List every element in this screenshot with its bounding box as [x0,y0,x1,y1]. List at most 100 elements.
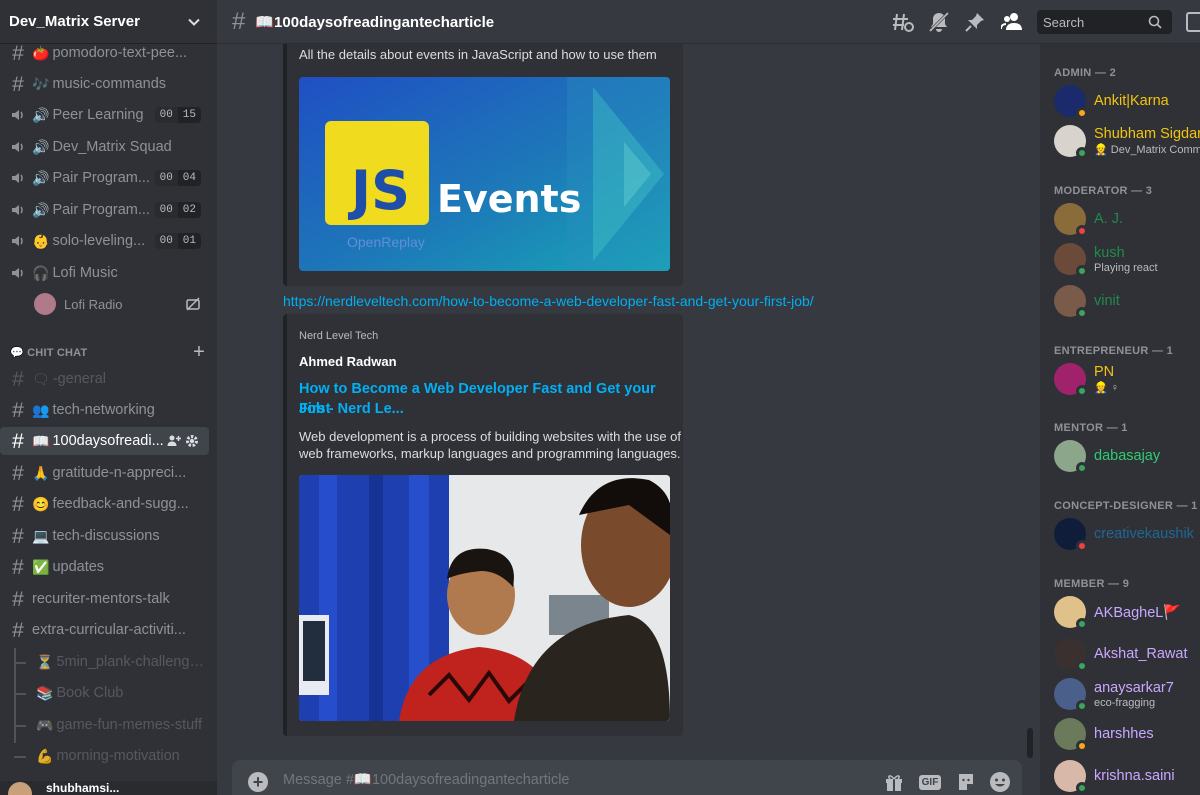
channel-tech-discussions[interactable]: # 💻 tech-discussions [0,522,209,550]
status-indicator [1076,147,1088,159]
sticker-icon[interactable] [954,770,978,794]
thread-plank-challenge[interactable]: ⏳ 5min_plank-challenge... [28,648,209,676]
member-activity: Playing react [1094,261,1158,274]
voice-channel-peer-learning[interactable]: 🔊 Peer Learning 00 15 [0,101,209,129]
speaker-icon [8,231,28,251]
channel-label: pomodoro-text-pee... [52,45,188,61]
member-row[interactable]: creativekaushik [1054,514,1200,554]
hash-icon: # [12,555,24,579]
member-row[interactable]: PN 👷 ♀ [1054,359,1200,399]
thread-label: Book Club [56,685,124,701]
channel-emoji: 🔊 [32,169,50,186]
threads-icon[interactable] [891,10,915,34]
embed-author[interactable]: Ahmed Radwan [299,354,397,369]
gear-icon[interactable] [185,434,199,448]
channel-recruiter-mentors-talk[interactable]: # recuriter-mentors-talk [0,585,209,613]
voice-channel-solo-leveling[interactable]: 👶 solo-leveling... 00 01 [0,227,209,255]
pin-icon[interactable] [963,10,987,34]
thread-connector [14,693,26,695]
embed-image-js-events[interactable]: JS Events OpenReplay [299,77,670,271]
office-photo [299,475,670,721]
openreplay-brand: OpenReplay [347,234,425,250]
user-panel[interactable]: shubhamsi... [0,781,217,795]
channel-100daysofreading-active[interactable]: # 📖 100daysofreadi... [0,427,209,455]
channel-updates[interactable]: # ✅ updates [0,553,209,581]
hash-icon: # [12,524,24,548]
avatar [1054,285,1088,319]
channel-general[interactable]: # 🗨 -general [0,365,209,393]
voice-channel-pair-programming-2[interactable]: 🔊 Pair Program... 00 02 [0,196,209,224]
voice-channel-pair-programming-1[interactable]: 🔊 Pair Program... 00 04 [0,164,209,192]
message-input[interactable] [283,772,843,788]
status-indicator [1076,540,1088,552]
member-text: creativekaushik [1094,526,1194,542]
avatar [1054,760,1088,794]
member-activity: 👷 Dev_Matrix Comm [1094,144,1200,156]
channel-music-commands[interactable]: # 🎶 music-commands [0,70,209,98]
emoji-icon[interactable] [988,770,1012,794]
hash-icon: # [12,41,24,65]
member-row[interactable]: anaysarkar7 eco-fragging [1054,674,1200,714]
member-name: kush [1094,244,1125,261]
gif-label: GIF [918,774,942,790]
member-activity: eco-fragging [1094,696,1156,709]
channel-feedback[interactable]: # 😊 feedback-and-sugg... [0,490,209,518]
member-row[interactable]: A. J. [1054,199,1200,239]
voice-channel-lofi-music[interactable]: 🎧 Lofi Music [0,259,209,287]
status-indicator [1076,265,1088,277]
embed-image-office-photo[interactable] [299,475,670,721]
member-name: A. J. [1094,211,1124,227]
invite-icon[interactable] [167,434,181,448]
thread-book-club[interactable]: 📚 Book Club [28,679,209,707]
channel-extra-curricular[interactable]: # extra-curricular-activiti... [0,616,209,644]
search-input[interactable] [1043,14,1148,30]
voice-user-count: 00 15 [154,107,201,123]
thread-connector [14,725,26,727]
speaker-icon [8,200,28,220]
channel-label: feedback-and-sugg... [52,496,189,512]
embed-title-line-2[interactable]: Job - Nerd Le... [299,399,404,419]
member-row[interactable]: kush Playing react [1054,239,1200,279]
channel-emoji: 🎶 [32,75,50,92]
embed-provider[interactable]: Nerd Level Tech [299,330,378,342]
server-header[interactable]: Dev_Matrix Server [0,0,217,44]
member-row[interactable]: Akshat_Rawat [1054,634,1200,674]
member-row[interactable]: krishna.saini [1054,756,1200,795]
status-indicator [1076,385,1088,397]
member-row[interactable]: Ankit|Karna [1054,81,1200,121]
voice-user-count: 00 04 [154,170,201,186]
member-row[interactable]: Shubham Sigdar 👷 Dev_Matrix Comm [1054,121,1200,161]
member-row[interactable]: dabasajay [1054,436,1200,476]
channel-gratitude[interactable]: # 🙏 gratitude-n-appreci... [0,459,209,487]
thread-morning-motivation[interactable]: 💪 morning-motivation [28,742,209,770]
member-text: Akshat_Rawat [1094,646,1188,662]
status-indicator [1076,462,1088,474]
message-scrollbar[interactable] [1027,728,1033,758]
member-group-mentor: MENTOR — 1 [1054,422,1128,434]
voice-user-lofi-radio[interactable]: Lofi Radio [26,290,209,318]
embed-js-events: All the details about events in JavaScri… [283,44,683,286]
channel-label: tech-networking [52,402,155,418]
gif-button[interactable]: GIF [918,770,942,794]
channel-tech-networking[interactable]: # 👥 tech-networking [0,396,209,424]
notification-muted-icon[interactable] [927,10,951,34]
member-row[interactable]: AKBagheL🚩 [1054,592,1200,632]
voice-user-name: Lofi Radio [64,296,123,312]
thread-label: 5min_plank-challenge... [56,654,209,670]
member-row[interactable]: harshhes [1054,714,1200,754]
member-row[interactable]: vinit [1054,281,1200,321]
search-box[interactable] [1037,10,1172,34]
voice-channel-dev-matrix-squad[interactable]: 🔊 Dev_Matrix Squad [0,133,209,161]
channel-pomodoro-text[interactable]: # 🍅 pomodoro-text-pee... [0,39,209,67]
message-link[interactable]: https://nerdleveltech.com/how-to-become-… [283,293,814,309]
add-attachment-button[interactable]: + [248,772,268,792]
add-channel-icon[interactable]: + [193,341,205,364]
gift-icon[interactable] [882,770,906,794]
channel-label: tech-discussions [52,528,160,544]
thread-emoji: ⏳ [36,653,54,670]
member-list-icon[interactable] [1000,10,1024,34]
thread-game-fun-memes[interactable]: 🎮 game-fun-memes-stuff [28,711,209,739]
member-name: Akshat_Rawat [1094,646,1188,662]
category-chit-chat[interactable]: 💬 CHIT CHAT + [10,341,205,364]
inbox-icon[interactable] [1186,12,1200,32]
